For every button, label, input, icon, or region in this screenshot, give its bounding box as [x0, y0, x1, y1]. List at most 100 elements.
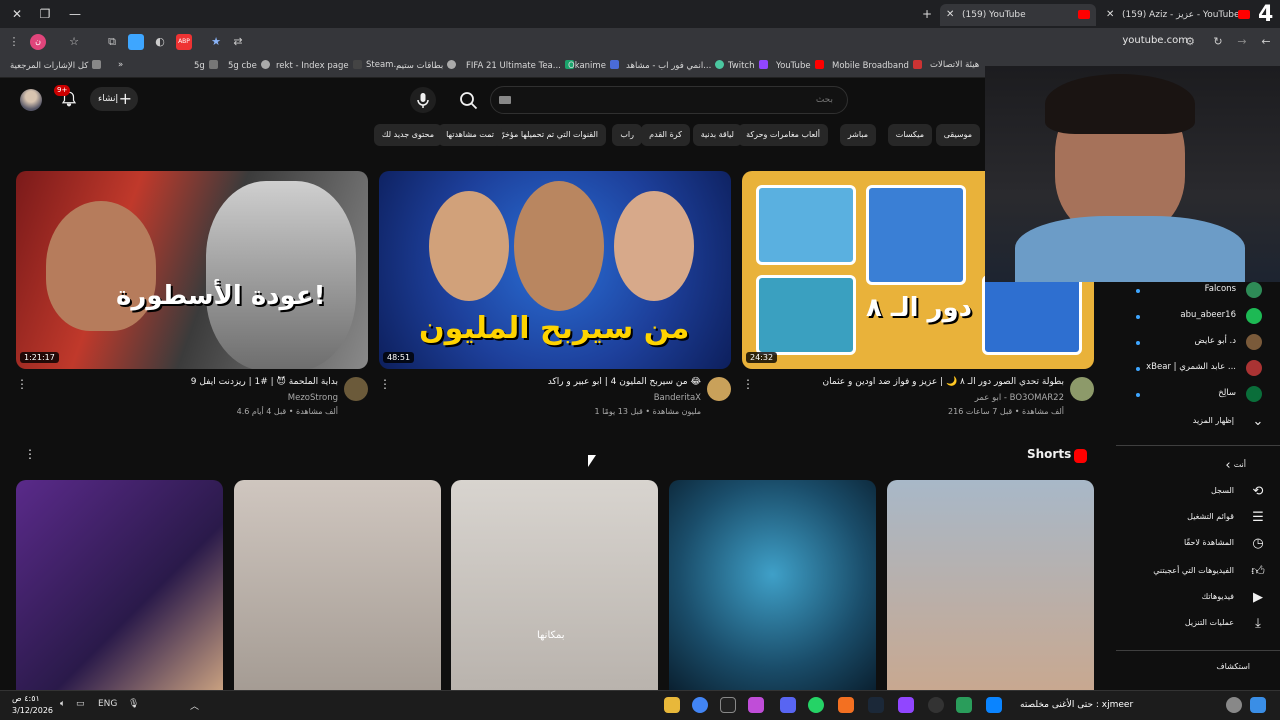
bookmark-item[interactable]: هيئة الاتصالات — [930, 60, 979, 70]
channel-name[interactable]: ابو عمر - BO3OMAR22 — [975, 393, 1064, 403]
tray-overflow-icon[interactable]: ︿ — [190, 699, 199, 712]
channel-name[interactable]: MezoStrong — [288, 393, 338, 403]
video-thumbnail[interactable]: من سيربح المليون 48:51 — [379, 171, 731, 369]
create-button[interactable]: إنشاء + — [90, 87, 138, 111]
chip-new-to-you[interactable]: محتوى جديد لك — [373, 124, 442, 146]
bookmark-item[interactable]: Mobile Broadband — [832, 60, 922, 71]
language-indicator[interactable]: ENG — [98, 699, 117, 709]
short-card[interactable] — [234, 480, 441, 690]
you-section-header[interactable]: أنت ‹ — [1116, 456, 1280, 478]
video-card[interactable]: عودة الأسطورة! 1:21:17 بداية الملحمة 😈 |… — [16, 171, 368, 416]
more-options-icon[interactable]: ⋮ — [16, 377, 28, 391]
chip-football[interactable]: كرة القدم — [641, 124, 690, 146]
bookmark-all[interactable]: كل الإشارات المرجعية — [10, 60, 102, 71]
profile-icon[interactable]: ن — [30, 34, 46, 50]
bookmark-item[interactable]: rekt - Index page — [276, 60, 362, 71]
tune-icon[interactable]: ⚙ — [1182, 34, 1198, 50]
short-card[interactable]: بمكانها — [451, 480, 658, 690]
sidebar-subscription[interactable]: سالِخ — [1116, 384, 1280, 408]
capcut-icon[interactable] — [720, 697, 736, 713]
channel-avatar[interactable] — [707, 377, 731, 401]
sidebar-item-your-videos[interactable]: فيديوهاتك ▶ — [1116, 588, 1280, 610]
app-icon[interactable] — [986, 697, 1002, 713]
sidebar-subscription[interactable]: Falcons — [1116, 280, 1280, 304]
sidebar-item-history[interactable]: السجل ⟲ — [1116, 482, 1280, 504]
more-options-icon[interactable]: ⋮ — [742, 377, 754, 391]
bookmark-item[interactable]: انمي فور اب - مشاهد... — [626, 60, 725, 71]
site-settings-icon[interactable]: ⇄ — [230, 34, 246, 50]
menu-dots-icon[interactable]: ⋮ — [6, 34, 22, 50]
twitch-icon[interactable] — [898, 697, 914, 713]
bookmark-item[interactable]: 5g — [194, 60, 218, 71]
voice-search-icon[interactable] — [410, 87, 436, 113]
chip-fitness[interactable]: لياقة بدنية — [692, 124, 742, 146]
bookmark-item[interactable]: Okanime — [568, 60, 619, 71]
show-more-button[interactable]: إظهار المزيد ⌄ — [1116, 412, 1280, 434]
chip-music[interactable]: موسيقى — [935, 124, 980, 146]
channel-name[interactable]: BanderitaX — [654, 393, 701, 403]
speaker-icon[interactable]: 🔈︎ — [60, 699, 65, 709]
app-icon[interactable] — [748, 697, 764, 713]
sidebar-subscription[interactable]: xBear | عابد الشمري ... — [1116, 358, 1280, 382]
video-card[interactable]: من سيربح المليون 48:51 من سيربح المليون … — [379, 171, 731, 416]
star-bookmark-icon[interactable]: ★ — [208, 34, 224, 50]
adblock-icon[interactable]: ABP — [176, 34, 192, 50]
chip-mixes[interactable]: ميكسات — [887, 124, 932, 146]
short-card[interactable] — [669, 480, 876, 690]
bookmark-item[interactable]: FIFA 21 Ultimate Tea... — [466, 60, 574, 71]
tab-aziz[interactable]: ✕ (159) Aziz - عزيز - YouTube — [1100, 4, 1256, 26]
close-tab-icon[interactable]: ✕ — [1106, 4, 1114, 26]
video-title[interactable]: بداية الملحمة 😈 | #1 | ريزدنت ايفل 9 — [191, 377, 338, 387]
windows-start-icon[interactable] — [1250, 697, 1266, 713]
steam-icon[interactable] — [868, 697, 884, 713]
chip-watched[interactable]: تمت مشاهدتها — [438, 124, 502, 146]
clock[interactable]: ٤:٥١ ص 3/12/2026 — [12, 693, 53, 717]
bookmarks-panel-icon[interactable]: ☆ — [66, 34, 82, 50]
video-title[interactable]: بطولة تحدي الصور دور الـ ٨ 🌙 | عزيز و فو… — [823, 377, 1064, 387]
search-icon[interactable] — [1226, 697, 1242, 713]
bookmark-item[interactable]: 5g cbe — [228, 60, 270, 71]
forward-icon[interactable]: → — [1234, 34, 1250, 50]
obs-icon[interactable] — [928, 697, 944, 713]
sidebar-item-liked[interactable]: الفيديوهات التي أعجبتني 👍︎ — [1116, 562, 1280, 584]
tab-youtube[interactable]: ✕ (159) YouTube — [940, 4, 1096, 26]
file-explorer-icon[interactable] — [664, 697, 680, 713]
bookmark-item[interactable]: بطاقات ستيم — [396, 60, 457, 71]
chip-action-games[interactable]: ألعاب مغامرات وحركة — [738, 124, 828, 146]
channel-avatar[interactable] — [344, 377, 368, 401]
extensions-icon[interactable]: ⧉ — [104, 34, 120, 50]
search-button-icon[interactable] — [450, 86, 490, 114]
short-card[interactable] — [16, 480, 223, 690]
video-title[interactable]: من سيربح المليون 4 | ابو عبير و راكد 😂 — [548, 377, 701, 387]
sidebar-item-watch-later[interactable]: المشاهدة لاحقًا ◷ — [1116, 534, 1280, 556]
app-icon[interactable] — [838, 697, 854, 713]
mic-icon[interactable]: 🎙︎ — [128, 699, 139, 709]
restore-window-icon[interactable]: ❐ — [34, 4, 56, 24]
chip-live[interactable]: مباشر — [839, 124, 876, 146]
sidebar-item-playlists[interactable]: قوائم التشغيل ☰ — [1116, 508, 1280, 530]
search-input[interactable] — [513, 87, 833, 113]
network-icon[interactable]: ▭ — [76, 699, 85, 709]
sidebar-item-downloads[interactable]: عمليات التنزيل ⤓ — [1116, 614, 1280, 636]
sidebar-subscription[interactable]: د. أبو عايض — [1116, 332, 1280, 356]
keyboard-icon[interactable] — [499, 96, 511, 104]
chip-recently-uploaded[interactable]: القنوات التي تم تحميلها مؤخرًا — [490, 124, 606, 146]
shorts-more-options-icon[interactable]: ⋮ — [24, 447, 36, 461]
discord-icon[interactable] — [780, 697, 796, 713]
sidebar-subscription[interactable]: abu_abeer16 — [1116, 306, 1280, 330]
avatar[interactable] — [20, 89, 42, 111]
short-card[interactable] — [887, 480, 1094, 690]
channel-avatar[interactable] — [1070, 377, 1094, 401]
minimize-window-icon[interactable]: — — [64, 4, 86, 24]
close-tab-icon[interactable]: ✕ — [946, 4, 954, 26]
bookmark-item[interactable]: Twitch — [728, 60, 768, 71]
chrome-icon[interactable] — [692, 697, 708, 713]
back-icon[interactable]: ← — [1258, 34, 1274, 50]
bookmark-item[interactable]: YouTube — [776, 60, 824, 71]
chip-rap[interactable]: راب — [612, 124, 642, 146]
extension-icon[interactable]: ◐ — [152, 34, 168, 50]
close-window-icon[interactable]: ✕ — [6, 4, 28, 24]
reload-icon[interactable]: ↻ — [1210, 34, 1226, 50]
app-icon[interactable] — [956, 697, 972, 713]
whatsapp-icon[interactable] — [808, 697, 824, 713]
